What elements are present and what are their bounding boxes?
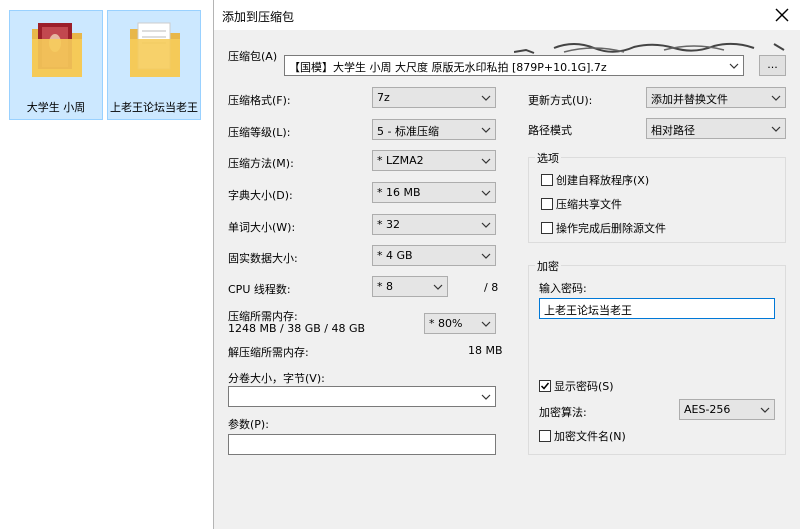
memory-detail: 1248 MB / 38 GB / 48 GB bbox=[228, 322, 366, 335]
checkbox-box bbox=[541, 174, 553, 186]
checkbox-box bbox=[539, 430, 551, 442]
checkbox-checked bbox=[539, 380, 551, 392]
chevron-down-icon bbox=[481, 222, 491, 228]
update-label: 更新方式(U): bbox=[528, 94, 593, 107]
chevron-down-icon bbox=[433, 284, 443, 290]
pathmode-label: 路径模式 bbox=[528, 124, 572, 137]
chevron-down-icon bbox=[760, 407, 770, 413]
cpu-label: CPU 线程数: bbox=[228, 283, 291, 296]
folder-with-documents-icon bbox=[130, 22, 180, 77]
browse-button[interactable]: ... bbox=[759, 55, 786, 76]
title-bar: 添加到压缩包 bbox=[214, 0, 800, 30]
chevron-down-icon bbox=[481, 394, 491, 400]
chevron-down-icon bbox=[481, 127, 491, 133]
word-label: 单词大小(W): bbox=[228, 221, 296, 234]
folder-label: 大学生 小周 bbox=[26, 101, 86, 114]
level-select[interactable]: 5 - 标准压缩 bbox=[372, 119, 496, 140]
checkbox-box bbox=[541, 222, 553, 234]
delete-label: 操作完成后删除源文件 bbox=[556, 222, 666, 235]
pathmode-value: 相对路径 bbox=[651, 124, 695, 137]
chevron-down-icon bbox=[481, 95, 491, 101]
password-input[interactable]: 上老王论坛当老王 bbox=[539, 298, 775, 319]
archive-path-combo[interactable]: 【国模】大学生 小周 大尺度 原版无水印私拍 [879P+10.1G].7z bbox=[284, 55, 744, 76]
close-icon[interactable] bbox=[770, 3, 794, 27]
folder-label: 上老王论坛当老王 bbox=[110, 101, 198, 114]
password-value: 上老王论坛当老王 bbox=[544, 304, 632, 317]
chevron-down-icon bbox=[771, 95, 781, 101]
format-select[interactable]: 7z bbox=[372, 87, 496, 108]
chevron-down-icon bbox=[481, 190, 491, 196]
cpu-value: * 8 bbox=[377, 280, 393, 293]
pathmode-select[interactable]: 相对路径 bbox=[646, 118, 786, 139]
method-select[interactable]: * LZMA2 bbox=[372, 150, 496, 171]
sfx-label: 创建自释放程序(X) bbox=[556, 174, 650, 187]
word-value: * 32 bbox=[377, 218, 400, 231]
format-label: 压缩格式(F): bbox=[228, 94, 291, 107]
decompress-value: 18 MB bbox=[468, 344, 503, 357]
redaction-scribble bbox=[514, 42, 785, 54]
delete-checkbox[interactable]: 操作完成后删除源文件 bbox=[541, 220, 666, 236]
folder-with-photo-icon bbox=[32, 23, 82, 77]
options-group: 选项 创建自释放程序(X) 压缩共享文件 操作完成后删除源文件 bbox=[528, 150, 786, 243]
params-label: 参数(P): bbox=[228, 418, 269, 431]
enc-method-value: AES-256 bbox=[684, 403, 731, 416]
method-label: 压缩方法(M): bbox=[228, 157, 294, 170]
solid-select[interactable]: * 4 GB bbox=[372, 245, 496, 266]
chevron-down-icon bbox=[481, 158, 491, 164]
add-to-archive-dialog: 添加到压缩包 压缩包(A) 【国模】大学生 小周 大尺度 原版无水印私拍 [87… bbox=[213, 0, 800, 529]
show-password-checkbox[interactable]: 显示密码(S) bbox=[539, 378, 614, 394]
checkbox-box bbox=[541, 198, 553, 210]
encrypt-names-checkbox[interactable]: 加密文件名(N) bbox=[539, 428, 626, 444]
update-select[interactable]: 添加并替换文件 bbox=[646, 87, 786, 108]
shared-checkbox[interactable]: 压缩共享文件 bbox=[541, 196, 622, 212]
method-value: * LZMA2 bbox=[377, 154, 424, 167]
chevron-down-icon bbox=[771, 126, 781, 132]
enc-method-select[interactable]: AES-256 bbox=[679, 399, 775, 420]
chevron-down-icon bbox=[481, 321, 491, 327]
cpu-select[interactable]: * 8 bbox=[372, 276, 448, 297]
level-value: 5 - 标准压缩 bbox=[377, 125, 439, 138]
folder-tile-1[interactable]: 大学生 小周 bbox=[9, 10, 103, 120]
cpu-max: / 8 bbox=[484, 281, 499, 294]
level-label: 压缩等级(L): bbox=[228, 126, 291, 139]
encryption-group: 加密 输入密码: 上老王论坛当老王 显示密码(S) 加密算法: AES-256 … bbox=[528, 258, 786, 455]
shared-label: 压缩共享文件 bbox=[556, 198, 622, 211]
update-value: 添加并替换文件 bbox=[651, 93, 728, 106]
dialog-title: 添加到压缩包 bbox=[222, 10, 295, 24]
folder-tile-2[interactable]: 上老王论坛当老王 bbox=[107, 10, 201, 120]
dict-select[interactable]: * 16 MB bbox=[372, 182, 496, 203]
show-password-label: 显示密码(S) bbox=[554, 380, 614, 393]
volume-select[interactable] bbox=[228, 386, 496, 407]
checkmark-icon bbox=[540, 382, 550, 390]
dict-label: 字典大小(D): bbox=[228, 189, 293, 202]
password-label: 输入密码: bbox=[539, 282, 587, 295]
options-title: 选项 bbox=[535, 150, 561, 166]
solid-label: 固实数据大小: bbox=[228, 252, 298, 265]
memory-value: * 80% bbox=[429, 317, 463, 330]
dict-value: * 16 MB bbox=[377, 186, 421, 199]
decompress-label: 解压缩所需内存: bbox=[228, 346, 309, 359]
encryption-title: 加密 bbox=[535, 258, 561, 274]
solid-value: * 4 GB bbox=[377, 249, 413, 262]
enc-method-label: 加密算法: bbox=[539, 406, 587, 419]
word-select[interactable]: * 32 bbox=[372, 214, 496, 235]
format-value: 7z bbox=[377, 91, 390, 104]
archive-label: 压缩包(A) bbox=[228, 50, 278, 63]
chevron-down-icon bbox=[481, 253, 491, 259]
params-input[interactable] bbox=[228, 434, 496, 455]
volume-label: 分卷大小，字节(V): bbox=[228, 372, 325, 385]
sfx-checkbox[interactable]: 创建自释放程序(X) bbox=[541, 172, 649, 188]
memory-select[interactable]: * 80% bbox=[424, 313, 496, 334]
chevron-down-icon bbox=[729, 63, 739, 69]
encrypt-names-label: 加密文件名(N) bbox=[554, 430, 626, 443]
archive-path-value: 【国模】大学生 小周 大尺度 原版无水印私拍 [879P+10.1G].7z bbox=[289, 61, 607, 74]
